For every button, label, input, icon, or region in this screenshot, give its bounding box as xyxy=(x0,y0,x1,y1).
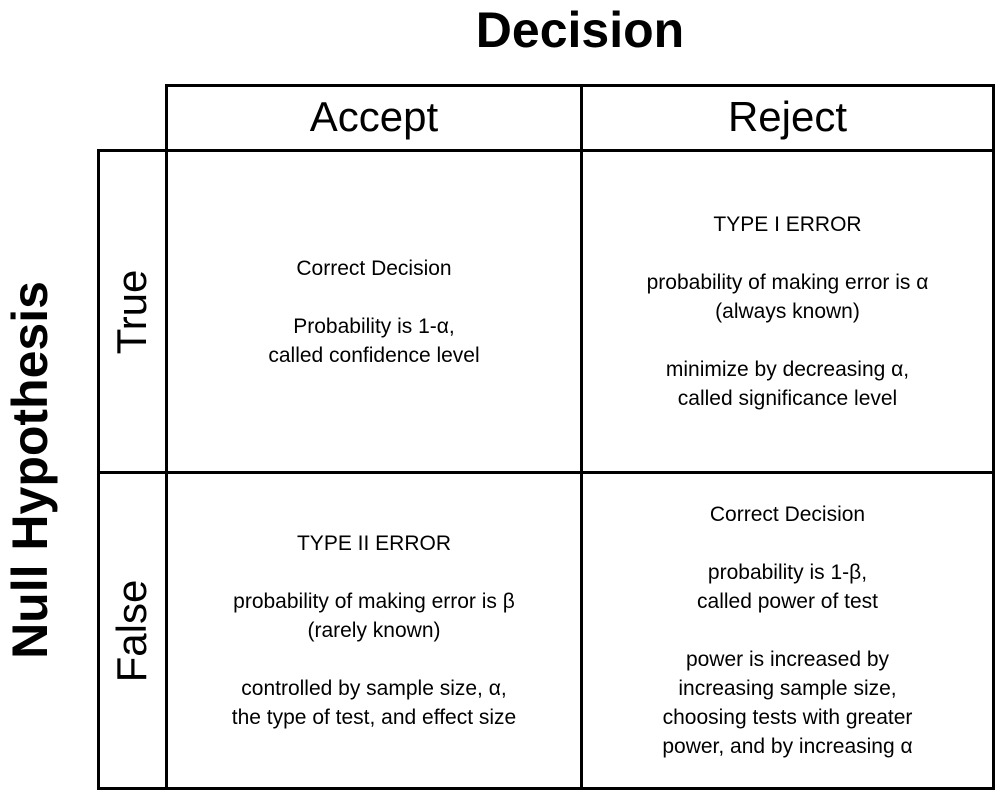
cell-text: minimize by decreasing α, xyxy=(665,358,910,381)
cell-text: called power of test xyxy=(697,590,878,613)
decision-title: Decision xyxy=(475,2,685,58)
row-header-true: True xyxy=(97,152,166,471)
cell-text: (rarely known) xyxy=(307,619,441,642)
cell-heading: Correct Decision xyxy=(709,503,866,526)
row-header-false: False xyxy=(97,474,166,787)
cell-true-accept: Correct Decision Probability is 1-α, cal… xyxy=(168,152,580,471)
row-header-false-label: False xyxy=(107,579,155,682)
cell-text: choosing tests with greater xyxy=(662,706,913,729)
cell-text: power, and by increasing α xyxy=(662,735,913,758)
column-header-reject: Reject xyxy=(727,93,848,140)
cell-text: called confidence level xyxy=(268,343,480,367)
cell-text: controlled by sample size, α, xyxy=(241,677,507,700)
row-header-true-label: True xyxy=(107,269,155,354)
cell-true-reject: TYPE I ERROR probability of making error… xyxy=(583,152,992,471)
cell-text: probability is 1-β, xyxy=(707,561,868,584)
cell-false-reject: Correct Decision probability is 1-β, cal… xyxy=(583,474,992,787)
cell-text: the type of test, and effect size xyxy=(231,706,517,729)
null-hypothesis-label: Null Hypothesis xyxy=(2,281,58,659)
cell-heading: Correct Decision xyxy=(296,256,452,280)
cell-text: increasing sample size, xyxy=(678,677,897,700)
cell-text: power is increased by xyxy=(685,648,890,671)
column-header-accept: Accept xyxy=(309,93,439,140)
cell-heading: TYPE I ERROR xyxy=(713,213,862,236)
cell-text: (always known) xyxy=(715,300,860,323)
grid-line-right xyxy=(992,84,995,790)
cell-text: Probability is 1-α, xyxy=(293,314,455,338)
cell-false-accept: TYPE II ERROR probability of making erro… xyxy=(168,474,580,787)
grid-line-bottom xyxy=(97,787,995,790)
cell-text: called significance level xyxy=(677,387,898,410)
cell-heading: TYPE II ERROR xyxy=(296,532,452,555)
cell-text: probability of making error is α xyxy=(646,271,929,294)
cell-text: probability of making error is β xyxy=(233,590,515,613)
null-hypothesis-title: Null Hypothesis xyxy=(0,150,60,790)
